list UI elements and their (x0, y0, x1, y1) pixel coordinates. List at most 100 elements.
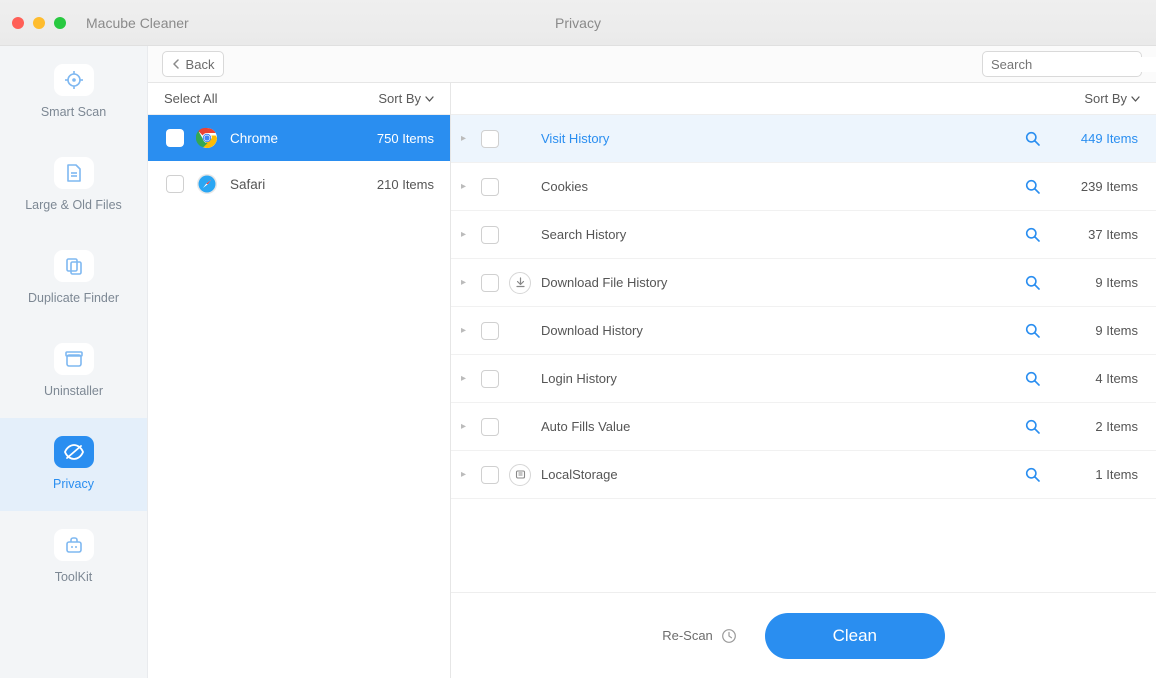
category-row-download-file-history[interactable]: ▸Download File History9 Items (451, 259, 1156, 307)
app-title: Macube Cleaner (86, 15, 189, 31)
browsers-sort-by[interactable]: Sort By (378, 91, 434, 106)
checkbox[interactable] (166, 175, 184, 193)
sidebar-item-duplicate-finder[interactable]: Duplicate Finder (0, 232, 147, 325)
file-icon (54, 157, 94, 189)
checkbox[interactable] (481, 178, 499, 196)
inspect-icon[interactable] (1017, 371, 1048, 386)
back-label: Back (186, 57, 215, 72)
checkbox[interactable] (481, 370, 499, 388)
checkbox[interactable] (481, 274, 499, 292)
checkbox[interactable] (481, 130, 499, 148)
chrome-icon (196, 127, 218, 149)
category-name: Download History (541, 323, 1007, 338)
sidebar-item-privacy[interactable]: Privacy (0, 418, 147, 511)
category-count: 239 Items (1058, 179, 1138, 194)
footer: Re-Scan Clean (451, 592, 1156, 678)
browser-row-chrome[interactable]: Chrome 750 Items (148, 115, 450, 161)
toolbox-icon (54, 529, 94, 561)
expand-caret[interactable]: ▸ (461, 181, 471, 192)
browser-name: Safari (230, 177, 365, 192)
category-row-download-history[interactable]: ▸ Download History 9 Items (451, 307, 1156, 355)
sidebar: Smart Scan Large & Old Files Duplicate Fin… (0, 46, 148, 678)
inspect-icon[interactable] (1017, 419, 1048, 434)
checkbox[interactable] (481, 226, 499, 244)
category-count: 2 Items (1058, 419, 1138, 434)
expand-caret[interactable]: ▸ (461, 373, 471, 384)
expand-caret[interactable]: ▸ (461, 469, 471, 480)
expand-caret[interactable]: ▸ (461, 421, 471, 432)
sidebar-item-toolkit[interactable]: ToolKit (0, 511, 147, 604)
toolbar: Back (148, 46, 1156, 83)
sidebar-item-label: ToolKit (55, 570, 93, 584)
box-icon (54, 343, 94, 375)
minimize-window-button[interactable] (33, 17, 45, 29)
detail-list: ▸ Visit History 449 Items ▸ Cookies 239 Items… (451, 115, 1156, 592)
category-name: Login History (541, 371, 1007, 386)
sidebar-item-uninstaller[interactable]: Uninstaller (0, 325, 147, 418)
inspect-icon[interactable] (1017, 227, 1048, 242)
checkbox[interactable] (481, 418, 499, 436)
titlebar: Macube Cleaner Privacy (0, 0, 1156, 46)
chevron-down-icon (1131, 96, 1140, 102)
category-name: Search History (541, 227, 1007, 242)
search-box[interactable] (982, 51, 1142, 77)
expand-caret[interactable]: ▸ (461, 229, 471, 240)
category-count: 9 Items (1058, 275, 1138, 290)
inspect-icon[interactable] (1017, 467, 1048, 482)
sidebar-item-smart-scan[interactable]: Smart Scan (0, 46, 147, 139)
sidebar-item-large-old-files[interactable]: Large & Old Files (0, 139, 147, 232)
search-input[interactable] (991, 57, 1156, 72)
category-count: 1 Items (1058, 467, 1138, 482)
checkbox[interactable] (481, 466, 499, 484)
category-name: Cookies (541, 179, 1007, 194)
details-sort-by[interactable]: Sort By (1084, 91, 1140, 106)
storage-circle-icon (509, 464, 531, 486)
download-circle-icon (509, 272, 531, 294)
expand-caret[interactable]: ▸ (461, 325, 471, 336)
window-controls (12, 17, 66, 29)
browser-row-safari[interactable]: Safari210 Items (148, 161, 450, 207)
category-row-search-history[interactable]: ▸ Search History 37 Items (451, 211, 1156, 259)
category-count: 9 Items (1058, 323, 1138, 338)
select-all-label[interactable]: Select All (164, 91, 217, 106)
browsers-pane: Select All Sort By Chrome 750 Items Safari… (148, 83, 451, 678)
expand-caret[interactable]: ▸ (461, 133, 471, 144)
rescan-button[interactable]: Re-Scan (662, 628, 737, 644)
clean-button[interactable]: Clean (765, 613, 945, 659)
details-pane: Sort By ▸ Visit History 449 Items ▸ Cookies 2… (451, 83, 1156, 678)
history-icon (721, 628, 737, 644)
checkbox[interactable] (481, 322, 499, 340)
inspect-icon[interactable] (1017, 323, 1048, 338)
category-row-cookies[interactable]: ▸ Cookies 239 Items (451, 163, 1156, 211)
details-header: Sort By (451, 83, 1156, 115)
expand-caret[interactable]: ▸ (461, 277, 471, 288)
sidebar-item-label: Duplicate Finder (28, 291, 119, 305)
copy-icon (54, 250, 94, 282)
browser-list: Chrome 750 Items Safari210 Items (148, 115, 450, 678)
safari-icon (196, 173, 218, 195)
sidebar-item-label: Large & Old Files (25, 198, 122, 212)
inspect-icon[interactable] (1017, 179, 1048, 194)
eye-off-icon (54, 436, 94, 468)
category-count: 37 Items (1058, 227, 1138, 242)
target-icon (54, 64, 94, 96)
category-name: Auto Fills Value (541, 419, 1007, 434)
inspect-icon[interactable] (1017, 275, 1048, 290)
category-row-auto-fills-value[interactable]: ▸ Auto Fills Value 2 Items (451, 403, 1156, 451)
category-row-login-history[interactable]: ▸Login History4 Items (451, 355, 1156, 403)
chevron-down-icon (425, 96, 434, 102)
category-row-localstorage[interactable]: ▸LocalStorage1 Items (451, 451, 1156, 499)
close-window-button[interactable] (12, 17, 24, 29)
browser-count: 750 Items (377, 131, 434, 146)
category-name: Visit History (541, 131, 1007, 146)
sidebar-item-label: Privacy (53, 477, 94, 491)
maximize-window-button[interactable] (54, 17, 66, 29)
browsers-header: Select All Sort By (148, 83, 450, 115)
checkbox[interactable] (166, 129, 184, 147)
sidebar-item-label: Smart Scan (41, 105, 106, 119)
category-count: 449 Items (1058, 131, 1138, 146)
category-row-visit-history[interactable]: ▸ Visit History 449 Items (451, 115, 1156, 163)
inspect-icon[interactable] (1017, 131, 1048, 146)
back-button[interactable]: Back (162, 51, 224, 77)
browser-name: Chrome (230, 131, 365, 146)
